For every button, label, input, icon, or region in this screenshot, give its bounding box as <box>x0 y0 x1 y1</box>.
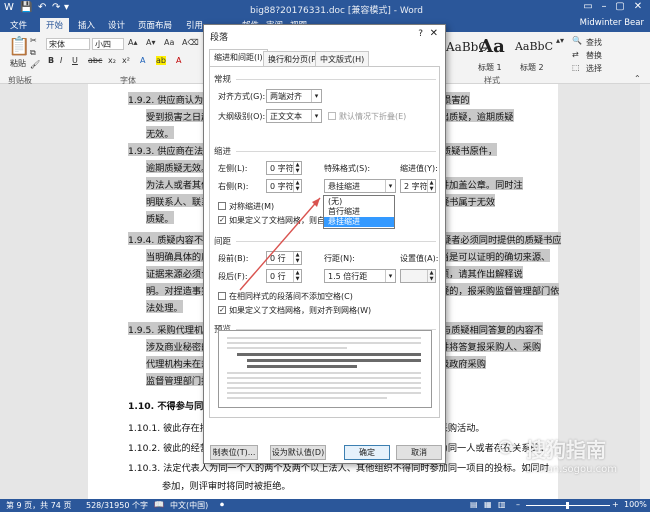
watermark-brand: 搜狗指南 <box>526 438 606 462</box>
watermark: ⟳ 搜狗指南 zhinan.sogou.com <box>498 432 648 486</box>
watermark-url: zhinan.sogou.com <box>526 464 618 475</box>
watermark-logo-icon: ⟳ <box>498 436 517 461</box>
